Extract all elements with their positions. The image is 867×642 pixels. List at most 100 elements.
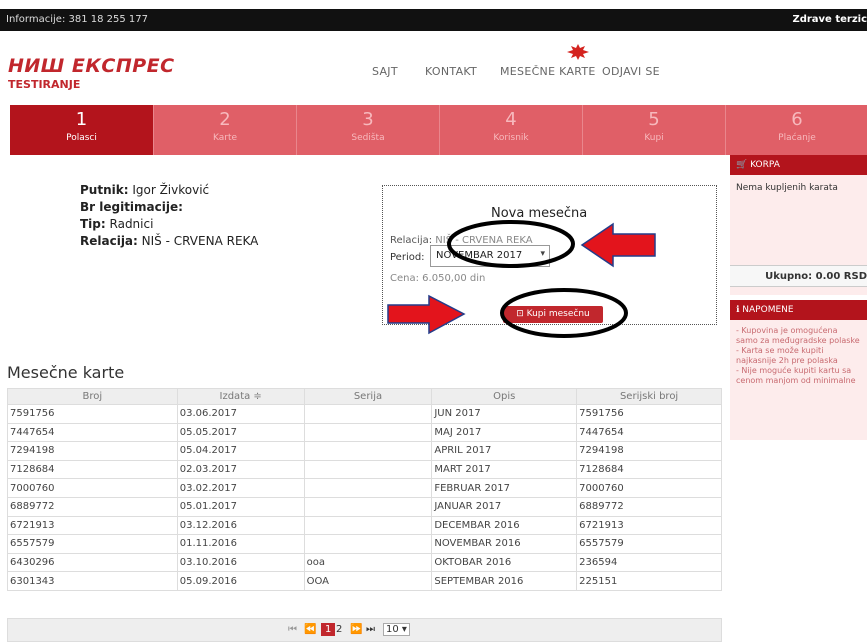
passenger-id-label: Br legitimacije: bbox=[80, 200, 183, 214]
table-cell: 05.04.2017 bbox=[176, 441, 305, 461]
period-select[interactable]: NOVEMBAR 2017 ▾ bbox=[430, 245, 550, 267]
table-cell: 6301343 bbox=[7, 571, 178, 591]
passenger-info: Putnik: Igor Živković Br legitimacije: T… bbox=[80, 182, 258, 250]
table-cell: 6721913 bbox=[7, 516, 178, 536]
prev-page-icon[interactable]: ⏪ bbox=[304, 624, 316, 635]
table-cell bbox=[303, 478, 432, 498]
table-cell: 6430296 bbox=[7, 553, 178, 573]
cart-icon: 🛒 bbox=[736, 160, 748, 170]
table-cell: NOVEMBAR 2016 bbox=[431, 534, 577, 554]
monthly-tickets-table: Broj Izdata ≑ Serija Opis Serijski broj … bbox=[7, 388, 722, 591]
page-1-button[interactable]: 1 bbox=[321, 623, 336, 636]
cart-icon: ⊡ bbox=[516, 309, 524, 319]
table-cell: 7591756 bbox=[7, 404, 178, 424]
next-page-icon[interactable]: ⏩ bbox=[350, 624, 362, 635]
table-cell: OOA bbox=[303, 571, 432, 591]
page-size-select[interactable]: 10 ▾ bbox=[383, 623, 410, 636]
col-izdata[interactable]: Izdata ≑ bbox=[176, 388, 305, 405]
table-row[interactable]: 6430296 03.10.2016 ooa OKTOBAR 2016 236594 bbox=[7, 553, 722, 573]
table-cell bbox=[303, 497, 432, 517]
step-sedista[interactable]: 3 Sedišta bbox=[296, 105, 439, 155]
top-info-bar: Informacije: 381 18 255 177 Zdrave terzi… bbox=[0, 9, 867, 31]
table-cell: FEBRUAR 2017 bbox=[431, 478, 577, 498]
step-polasci[interactable]: 1 Polasci bbox=[10, 105, 153, 155]
table-cell: 02.03.2017 bbox=[176, 460, 305, 480]
table-cell bbox=[303, 516, 432, 536]
notes-header: ℹ NAPOMENE bbox=[730, 300, 867, 320]
table-cell: 03.06.2017 bbox=[176, 404, 305, 424]
first-page-icon[interactable]: ⏮ bbox=[288, 624, 297, 635]
step-korisnik[interactable]: 4 Korisnik bbox=[439, 105, 582, 155]
passenger-name: Igor Živković bbox=[132, 183, 210, 197]
table-cell: 6557579 bbox=[576, 534, 722, 554]
col-serija[interactable]: Serija bbox=[303, 388, 433, 405]
table-row[interactable]: 7447654 05.05.2017 MAJ 2017 7447654 bbox=[7, 423, 722, 443]
passenger-relation: NIŠ - CRVENA REKA bbox=[141, 234, 259, 248]
passenger-name-label: Putnik: bbox=[80, 183, 129, 197]
table-cell bbox=[303, 460, 432, 480]
table-cell: 03.12.2016 bbox=[176, 516, 305, 536]
info-phone: Informacije: 381 18 255 177 bbox=[6, 14, 149, 25]
booking-steps: 1 Polasci 2 Karte 3 Sedišta 4 Korisnik 5… bbox=[10, 105, 867, 155]
cart-header: 🛒 KORPA bbox=[730, 155, 867, 175]
table-cell: 7128684 bbox=[7, 460, 178, 480]
cart-title: KORPA bbox=[750, 160, 780, 170]
card-price-value: 6.050,00 din bbox=[422, 273, 486, 284]
step-karte[interactable]: 2 Karte bbox=[153, 105, 296, 155]
table-row[interactable]: 6301343 05.09.2016 OOA SEPTEMBAR 2016 225151 bbox=[7, 571, 722, 591]
table-cell: 6889772 bbox=[7, 497, 178, 517]
table-cell: 225151 bbox=[576, 571, 722, 591]
last-page-icon[interactable]: ⏭ bbox=[366, 624, 375, 635]
table-cell bbox=[303, 423, 432, 443]
nav-sajt[interactable]: SAJT bbox=[372, 65, 398, 78]
notes-title: NAPOMENE bbox=[742, 305, 794, 315]
nav-mesecne-karte[interactable]: MESEČNE KARTE bbox=[500, 65, 596, 78]
table-cell: JANUAR 2017 bbox=[431, 497, 577, 517]
table-cell: 6557579 bbox=[7, 534, 178, 554]
col-serijski-broj[interactable]: Serijski broj bbox=[576, 388, 722, 405]
table-cell: 7128684 bbox=[576, 460, 722, 480]
step-kupi[interactable]: 5 Kupi bbox=[582, 105, 725, 155]
table-cell: MAJ 2017 bbox=[431, 423, 577, 443]
user-greeting: Zdrave terzic bbox=[792, 14, 867, 25]
table-cell: 7294198 bbox=[576, 441, 722, 461]
table-row[interactable]: 7294198 05.04.2017 APRIL 2017 7294198 bbox=[7, 441, 722, 461]
table-row[interactable]: 7128684 02.03.2017 MART 2017 7128684 bbox=[7, 460, 722, 480]
table-cell: MART 2017 bbox=[431, 460, 577, 480]
col-opis[interactable]: Opis bbox=[431, 388, 578, 405]
table-row[interactable]: 6721913 03.12.2016 DECEMBAR 2016 6721913 bbox=[7, 516, 722, 536]
cart-panel: 🛒 KORPA Nema kupljenih karata Ukupno: 0.… bbox=[730, 155, 867, 295]
table-row[interactable]: 7591756 03.06.2017 JUN 2017 7591756 bbox=[7, 404, 722, 424]
main-nav: SAJT KONTAKT MESEČNE KARTE ODJAVI SE bbox=[0, 65, 867, 85]
table-cell: ooa bbox=[303, 553, 432, 573]
table-cell: 05.01.2017 bbox=[176, 497, 305, 517]
new-monthly-card: Nova mesečna Relacija: NIŠ - CRVENA REKA… bbox=[382, 185, 717, 325]
buy-monthly-button[interactable]: ⊡ Kupi mesečnu bbox=[503, 306, 603, 323]
cart-empty-text: Nema kupljenih karata bbox=[736, 183, 838, 193]
col-broj[interactable]: Broj bbox=[7, 388, 178, 405]
period-select-value: NOVEMBAR 2017 bbox=[436, 250, 523, 261]
passenger-type: Radnici bbox=[109, 217, 154, 231]
table-cell: DECEMBAR 2016 bbox=[431, 516, 577, 536]
table-cell: 7000760 bbox=[7, 478, 178, 498]
cart-total: Ukupno: 0.00 RSD bbox=[730, 265, 867, 287]
step-placanje[interactable]: 6 Plaćanje bbox=[725, 105, 867, 155]
table-cell: 7591756 bbox=[576, 404, 722, 424]
table-cell: 6721913 bbox=[576, 516, 722, 536]
nav-odjavi-se[interactable]: ODJAVI SE bbox=[602, 65, 660, 78]
nav-kontakt[interactable]: KONTAKT bbox=[425, 65, 477, 78]
table-cell bbox=[303, 441, 432, 461]
table-cell: SEPTEMBAR 2016 bbox=[431, 571, 577, 591]
table-row[interactable]: 6889772 05.01.2017 JANUAR 2017 6889772 bbox=[7, 497, 722, 517]
table-cell: OKTOBAR 2016 bbox=[431, 553, 577, 573]
card-price: Cena: 6.050,00 din bbox=[390, 273, 485, 284]
note-item: - Karta se može kupiti najkasnije 2h pre… bbox=[736, 346, 838, 365]
table-row[interactable]: 6557579 01.11.2016 NOVEMBAR 2016 6557579 bbox=[7, 534, 722, 554]
page-2-button[interactable]: 2 bbox=[336, 624, 342, 635]
table-cell: JUN 2017 bbox=[431, 404, 577, 424]
table-cell: 7447654 bbox=[576, 423, 722, 443]
table-cell: 05.05.2017 bbox=[176, 423, 305, 443]
table-cell bbox=[303, 534, 432, 554]
table-cell: 7447654 bbox=[7, 423, 178, 443]
table-row[interactable]: 7000760 03.02.2017 FEBRUAR 2017 7000760 bbox=[7, 478, 722, 498]
